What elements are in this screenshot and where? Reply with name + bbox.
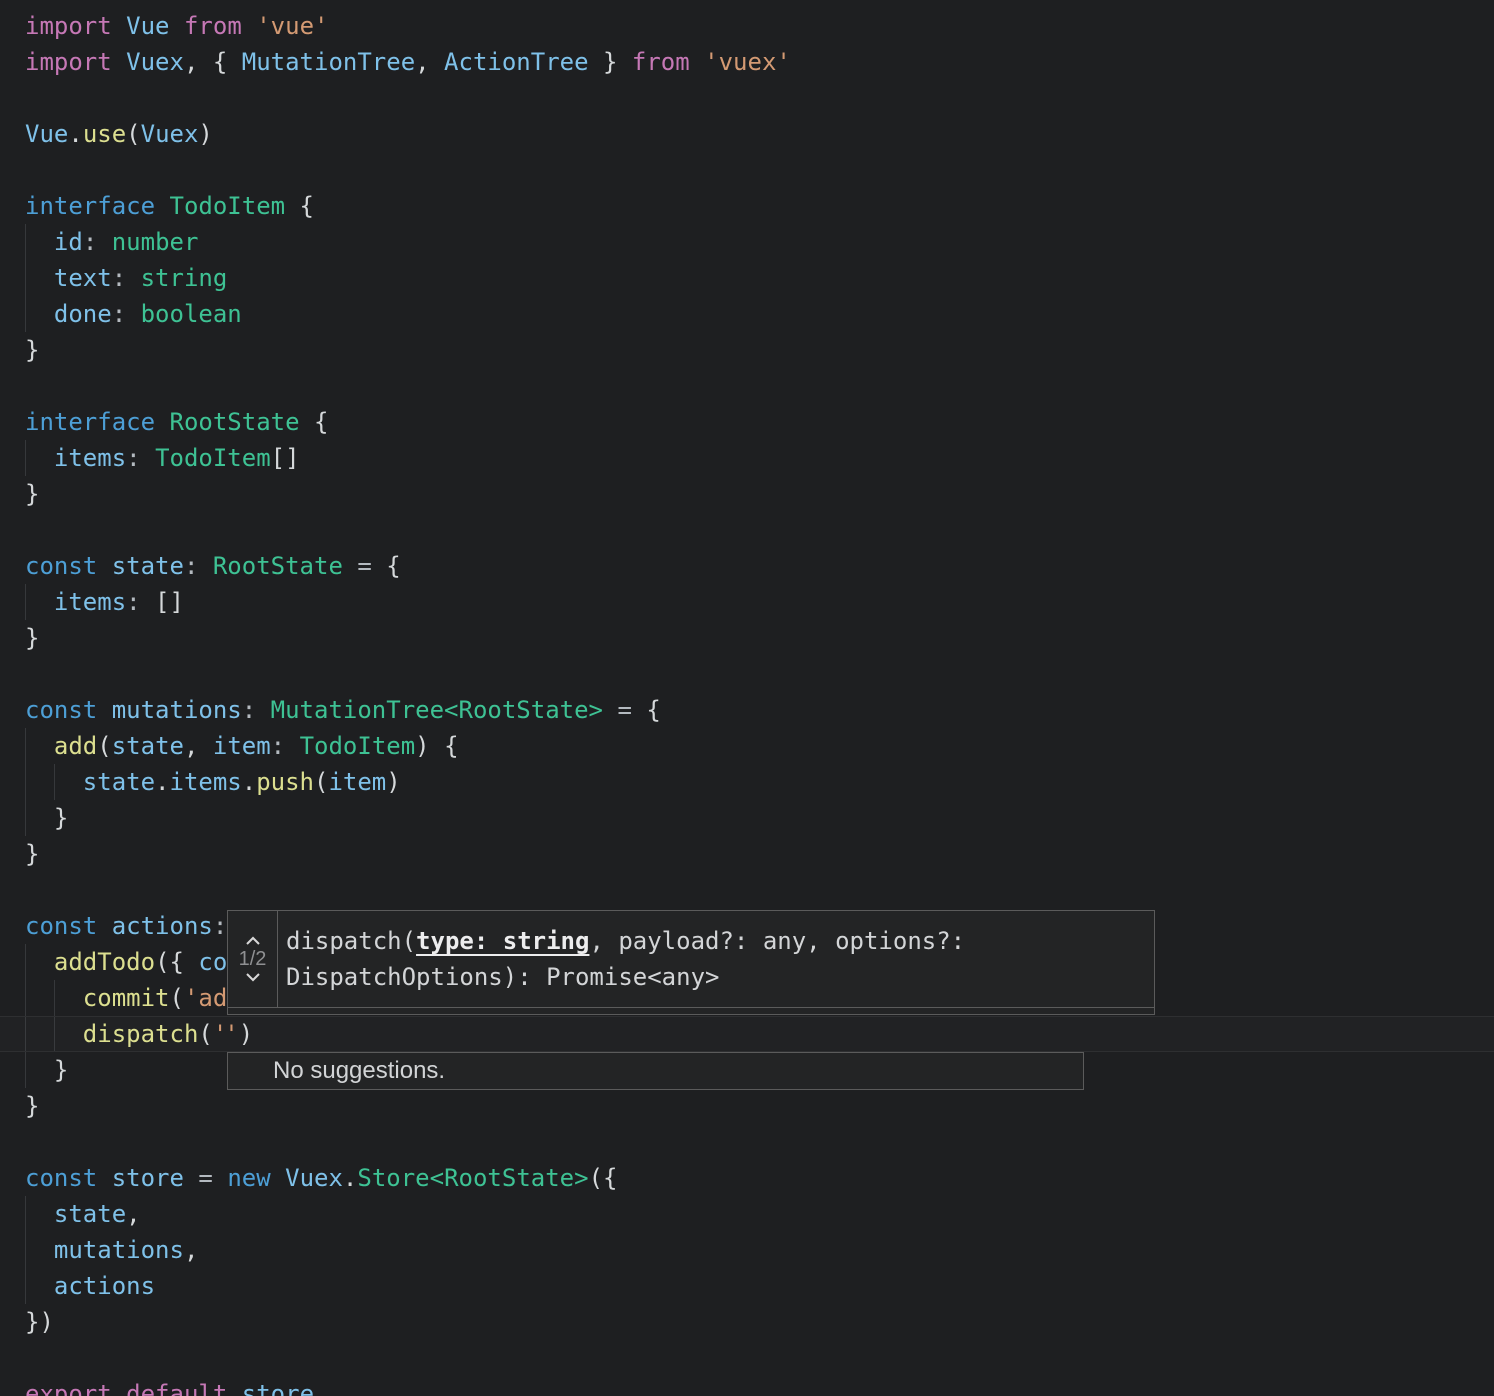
code-line: Vue.use(Vuex) <box>25 120 213 148</box>
suggest-widget: No suggestions. <box>227 1052 1084 1090</box>
code-line: dispatch('') <box>82 1020 254 1048</box>
signature-rest: , payload?: any, options?: <box>589 927 966 955</box>
signature-pager: 1/2 <box>238 948 267 970</box>
code-line: interface RootState { <box>25 408 329 436</box>
code-line: import Vue from 'vue' <box>25 12 329 40</box>
code-line: import Vuex, { MutationTree, ActionTree … <box>25 48 791 76</box>
code-line: const state: RootState = { <box>25 552 401 580</box>
code-editor[interactable]: import Vue from 'vue' import Vuex, { Muta… <box>25 8 791 1396</box>
chevron-down-icon <box>245 973 260 982</box>
code-line: text: string <box>53 264 228 292</box>
code-line: interface TodoItem { <box>25 192 314 220</box>
signature-line-1: dispatch(type: string, payload?: any, op… <box>286 923 1154 959</box>
code-line: actions <box>53 1272 156 1300</box>
code-line: } <box>25 480 40 508</box>
code-line: state, <box>53 1200 141 1228</box>
code-line: add(state, item: TodoItem) { <box>53 732 459 760</box>
code-line: } <box>25 804 69 832</box>
signature-pager-column: 1/2 <box>228 911 278 1007</box>
code-line: items: [] <box>53 588 184 616</box>
signature-docs-strip <box>228 1007 1154 1014</box>
active-parameter: type: string <box>416 927 590 955</box>
parameter-hints-widget: 1/2 dispatch(type: string, payload?: any… <box>227 910 1155 1015</box>
code-line: items: TodoItem[] <box>53 444 300 472</box>
code-line: } <box>25 840 40 868</box>
code-line: const store = new Vuex.Store<RootState>(… <box>25 1164 618 1192</box>
no-suggestions-message: No suggestions. <box>273 1057 446 1084</box>
code-line: } <box>25 336 40 364</box>
signature-text: dispatch(type: string, payload?: any, op… <box>278 911 1154 1007</box>
code-line: }) <box>25 1308 54 1336</box>
signature-prefix: dispatch( <box>286 927 417 955</box>
code-line: mutations, <box>53 1236 199 1264</box>
code-line: } <box>25 1092 40 1120</box>
prev-signature-button[interactable] <box>244 935 262 947</box>
next-signature-button[interactable] <box>244 971 262 983</box>
code-line: export default store <box>25 1380 315 1396</box>
signature-line-2: DispatchOptions): Promise<any> <box>286 963 720 991</box>
code-line: } <box>25 624 40 652</box>
code-line: id: number <box>53 228 199 256</box>
code-line: done: boolean <box>53 300 242 328</box>
code-line: state.items.push(item) <box>82 768 401 796</box>
code-line: const mutations: MutationTree<RootState>… <box>25 696 661 724</box>
editor-screen: import Vue from 'vue' import Vuex, { Muta… <box>0 0 1494 1396</box>
chevron-up-icon <box>245 936 260 945</box>
